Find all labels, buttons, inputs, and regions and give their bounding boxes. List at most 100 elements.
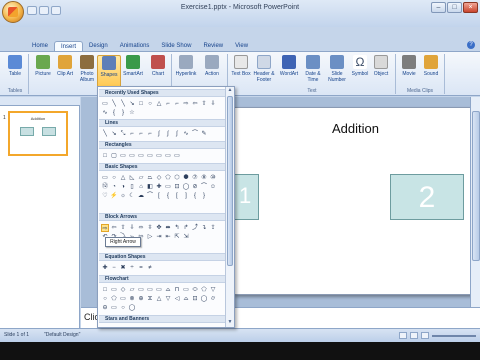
shape-curve-icon[interactable]: ∿	[101, 109, 109, 117]
section-equation-shapes: Equation Shapes	[99, 253, 225, 261]
action-icon	[205, 55, 219, 69]
slide-sorter-icon[interactable]	[410, 332, 418, 339]
date-time-button[interactable]: Date & Time	[301, 55, 325, 89]
slide-canvas[interactable]: Addition 1 2	[233, 107, 480, 295]
shape-line-icon[interactable]: ╲	[119, 100, 127, 108]
shape-brace-icon[interactable]: }	[119, 109, 127, 117]
shape-elbow-icon[interactable]: ⌐	[164, 100, 172, 108]
tab-slide-show[interactable]: Slide Show	[155, 41, 197, 51]
scroll-down-icon[interactable]: ▼	[226, 319, 234, 327]
shape-arrow-down-icon[interactable]: ⇩	[209, 100, 217, 108]
clip-art-button[interactable]: Clip Art	[53, 55, 77, 89]
chart-icon	[151, 55, 165, 69]
status-bar: Slide 1 of 1 "Default Design"	[0, 328, 480, 342]
hyperlink-icon	[179, 55, 193, 69]
tab-design[interactable]: Design	[83, 41, 114, 51]
vertical-scrollbar[interactable]	[470, 97, 480, 307]
section-lines: Lines	[99, 119, 225, 127]
slide-count: Slide 1 of 1	[4, 332, 30, 338]
object-button[interactable]: Object	[369, 55, 393, 89]
symbol-icon: Ω	[353, 55, 367, 69]
header-footer-icon	[257, 55, 271, 69]
movie-icon	[402, 55, 416, 69]
section-basic-shapes: Basic Shapes	[99, 163, 225, 171]
photo-album-icon	[80, 55, 94, 69]
right-arrow-shape-icon[interactable]: ⇨	[101, 224, 109, 232]
date-time-icon	[306, 55, 320, 69]
ribbon-insert: Table Picture Clip Art Photo Album Shape…	[0, 51, 480, 96]
chart-button[interactable]: Chart	[146, 55, 170, 89]
thumbnail-box-1	[20, 127, 34, 136]
object-icon	[374, 55, 388, 69]
wordart-icon	[282, 55, 296, 69]
picture-button[interactable]: Picture	[31, 55, 55, 89]
title-bar: Exercise1.pptx - Microsoft PowerPoint – …	[0, 0, 480, 27]
wordart-button[interactable]: WordArt	[277, 55, 301, 89]
shape-arrow-icon[interactable]: ↘	[128, 100, 136, 108]
hyperlink-button[interactable]: Hyperlink	[174, 55, 198, 89]
shape-arrow-up-icon[interactable]: ⇧	[200, 100, 208, 108]
shape-box-2[interactable]: 2	[390, 174, 464, 220]
action-button[interactable]: Action	[200, 55, 224, 89]
table-icon	[8, 55, 22, 69]
slide-show-icon[interactable]	[421, 332, 429, 339]
group-label-media-clips: Media Clips	[406, 88, 434, 94]
shape-arrow-left-icon[interactable]: ⇦	[191, 100, 199, 108]
group-label-text: Text	[307, 88, 317, 94]
gallery-scrollbar[interactable]: ▲ ▼	[225, 87, 234, 327]
photo-album-button[interactable]: Photo Album	[75, 55, 99, 89]
shape-rect-icon[interactable]: □	[137, 100, 145, 108]
sound-icon	[424, 55, 438, 69]
ribbon-tabs: Home Insert Design Animations Slide Show…	[26, 41, 254, 52]
slide-number-button[interactable]: Slide Number	[325, 55, 349, 89]
shape-arrow-right-icon[interactable]: ⇨	[182, 100, 190, 108]
window-controls: – □ ×	[431, 2, 478, 13]
shapes-icon	[102, 56, 116, 70]
normal-view-icon[interactable]	[399, 332, 407, 339]
maximize-icon[interactable]: □	[447, 2, 462, 13]
section-rectangles: Rectangles	[99, 141, 225, 149]
tab-review[interactable]: Review	[197, 41, 229, 51]
powerpoint-window: Exercise1.pptx - Microsoft PowerPoint – …	[0, 0, 480, 360]
tab-view[interactable]: View	[229, 41, 254, 51]
tab-home[interactable]: Home	[26, 41, 54, 51]
section-stars-and-banners: Stars and Banners	[99, 315, 225, 323]
group-label-tables: Tables	[7, 88, 23, 94]
close-icon[interactable]: ×	[463, 2, 478, 13]
shape-elbow-icon[interactable]: ⌐	[173, 100, 181, 108]
tab-animations[interactable]: Animations	[114, 41, 156, 51]
table-button[interactable]: Table	[3, 55, 27, 89]
shape-textbox-icon[interactable]: ▭	[101, 100, 109, 108]
help-icon[interactable]: ?	[467, 41, 475, 49]
smartart-button[interactable]: SmartArt	[121, 55, 145, 89]
theme-name: "Default Design"	[44, 332, 81, 338]
pane-tabs	[0, 97, 80, 106]
header-footer-button[interactable]: Header & Footer	[252, 55, 276, 89]
minimize-icon[interactable]: –	[431, 2, 446, 13]
slide-number-icon	[330, 55, 344, 69]
sound-button[interactable]: Sound	[419, 55, 443, 89]
movie-button[interactable]: Movie	[397, 55, 421, 89]
thumbnail-number: 1	[3, 115, 6, 121]
clipart-icon	[58, 55, 72, 69]
scroll-up-icon[interactable]: ▲	[226, 87, 234, 95]
shapes-button[interactable]: Shapes	[97, 55, 121, 89]
slide-thumbnail[interactable]: Addition	[8, 111, 68, 156]
shape-box-1[interactable]: 1	[234, 174, 259, 220]
zoom-controls	[399, 332, 476, 339]
text-box-button[interactable]: Text Box	[229, 55, 253, 89]
zoom-slider[interactable]	[432, 334, 476, 337]
shape-triangle-icon[interactable]: △	[155, 100, 163, 108]
picture-icon	[36, 55, 50, 69]
shape-brace-icon[interactable]: {	[110, 109, 118, 117]
shape-oval-icon[interactable]: ○	[146, 100, 154, 108]
shape-line-icon[interactable]: ╲	[110, 100, 118, 108]
thumbnail-box-2	[42, 127, 56, 136]
slides-pane: 1 Addition	[0, 97, 80, 328]
slide-title[interactable]: Addition	[332, 121, 379, 136]
thumbnail-title: Addition	[30, 116, 46, 121]
section-block-arrows: Block Arrows	[99, 213, 225, 221]
section-flowchart: Flowchart	[99, 275, 225, 283]
shape-star-icon[interactable]: ☆	[128, 109, 136, 117]
shapes-gallery: Recently Used Shapes ▭ ╲ ╲ ↘ □ ○ △ ⌐ ⌐ ⇨ ⇦ ⇧ ⇩ ∿{} ☆ …	[97, 86, 235, 328]
